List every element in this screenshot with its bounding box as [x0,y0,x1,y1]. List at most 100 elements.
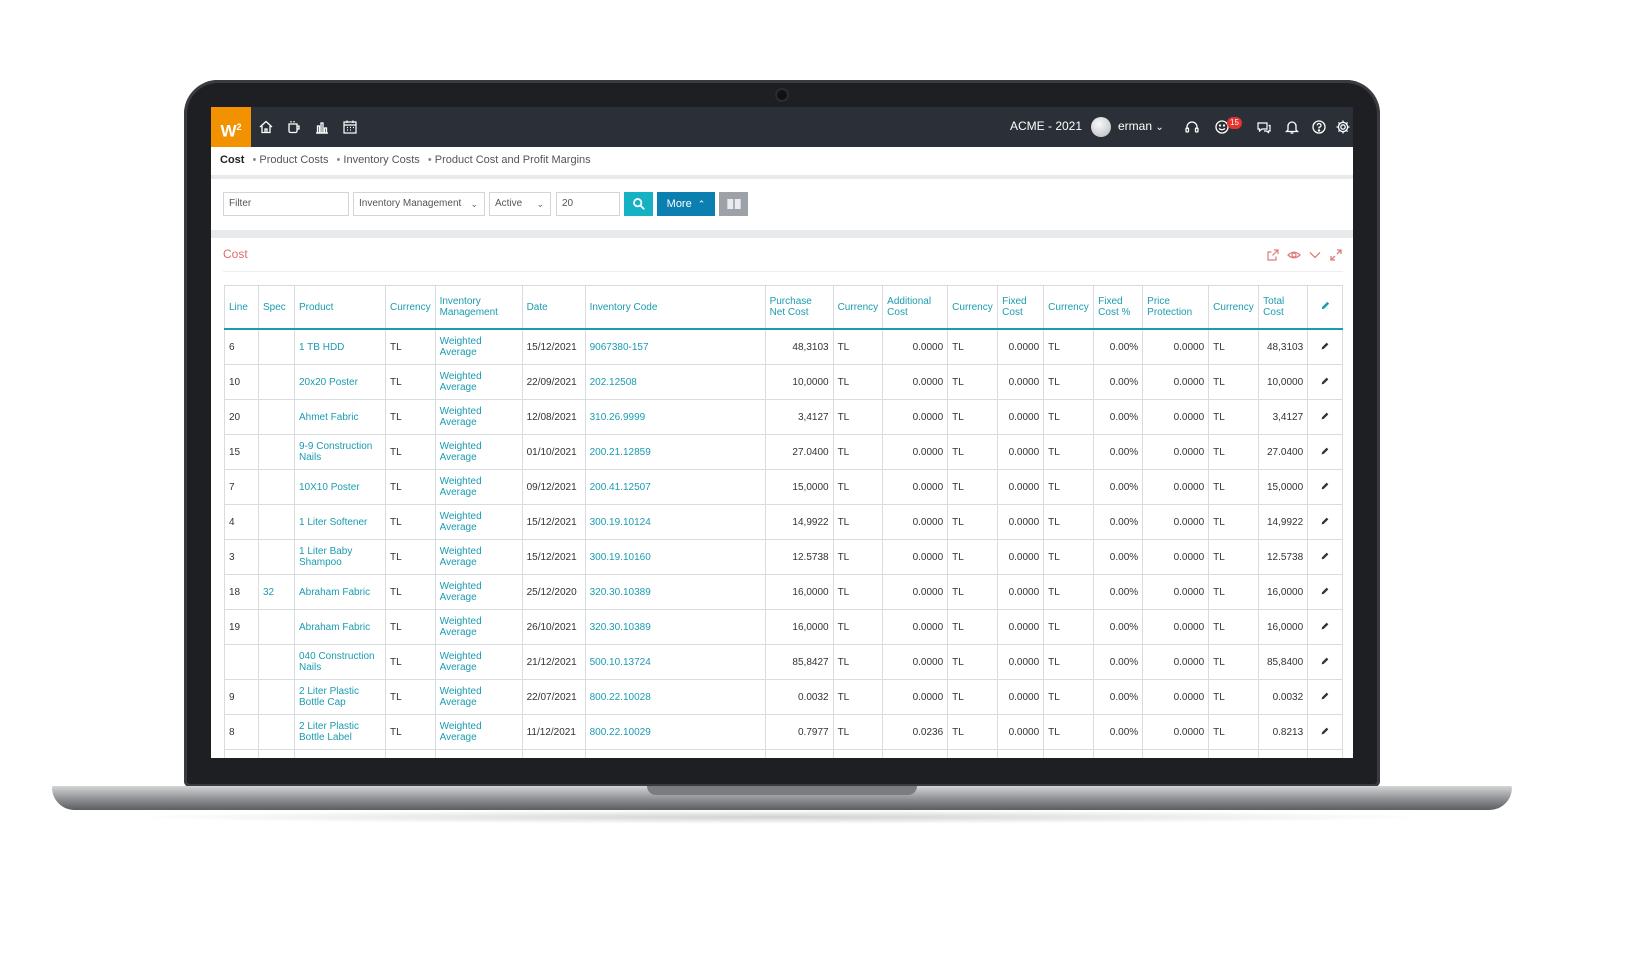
status-select[interactable]: Active ⌄ [489,192,551,216]
breadcrumb-item-inventory-costs[interactable]: Inventory Costs [343,154,419,166]
search-button[interactable] [624,192,653,216]
table-cell[interactable]: 320.30.10389 [584,609,766,645]
table-cell[interactable]: Weighted Average [434,609,523,645]
column-header[interactable]: Currency [947,285,999,330]
help-icon[interactable] [1311,119,1327,135]
edit-row-button[interactable] [1307,644,1344,680]
table-cell[interactable]: Abraham Fabric [294,609,386,645]
table-cell[interactable]: Ahmet Fabric [294,399,386,435]
table-cell[interactable]: 202.12508 [584,364,766,400]
edit-row-button[interactable] [1307,539,1344,575]
headset-icon[interactable] [1184,119,1200,135]
table-cell[interactable]: Weighted [434,749,523,758]
table-cell[interactable]: Weighted Average [434,364,523,400]
column-header[interactable]: Date [521,285,586,330]
calendar-icon[interactable] [342,119,358,135]
table-cell[interactable]: Box of 6 Plastic [294,749,386,758]
table-cell[interactable]: Weighted Average [434,539,523,575]
gear-icon[interactable] [1335,119,1351,135]
table-row[interactable]: 18 32 Abraham Fabric TL Weighted Average 25/1… [224,574,1344,610]
user-menu[interactable]: erman ⌄ [1118,119,1164,133]
column-header[interactable]: Purchase Net Cost [764,285,834,330]
table-cell[interactable]: 300.19.10124 [584,504,766,540]
column-header[interactable]: Currency [832,285,884,330]
table-cell[interactable]: 310.26.9999 [584,399,766,435]
column-header[interactable]: Total Cost [1258,285,1309,330]
edit-row-button[interactable] [1307,504,1344,540]
table-cell[interactable]: 200.21.12859 [584,434,766,470]
table-row[interactable]: 82 Liter Plastic Bottle Label TL Weighted … [224,714,1344,750]
edit-row-button[interactable] [1307,364,1344,400]
column-header[interactable]: Price Protection [1142,285,1210,330]
table-cell[interactable]: 300.19.10160 [584,539,766,575]
edit-row-button[interactable] [1307,679,1344,715]
breadcrumb-item-product-costs[interactable]: Product Costs [259,154,328,166]
edit-row-button[interactable] [1307,714,1344,750]
table-row[interactable]: 040 Construction Nails TL Weighted Average… [224,644,1344,680]
column-header[interactable]: Line [224,285,259,330]
table-cell[interactable]: Weighted Average [434,328,523,365]
grid-toggle-button[interactable] [719,192,748,216]
company-selector[interactable]: ACME - 2021 [1010,119,1082,133]
bar-chart-icon[interactable] [314,119,330,135]
table-cell[interactable]: Weighted Average [434,469,523,505]
table-row[interactable]: 61 TB HDD TL Weighted Average 15/12/2021 906… [224,328,1344,365]
coffee-icon[interactable] [286,119,302,135]
edit-row-button[interactable] [1307,399,1344,435]
table-cell[interactable]: 9067380-157 [584,328,766,365]
edit-row-button[interactable] [1307,749,1344,758]
column-header[interactable]: Currency [1208,285,1260,330]
chevron-down-icon[interactable] [1308,248,1322,262]
export-icon[interactable] [1266,248,1280,262]
expand-icon[interactable] [1329,248,1343,262]
table-cell[interactable]: 1 Liter Softener [294,504,386,540]
table-cell[interactable]: Abraham Fabric [294,574,386,610]
column-header[interactable]: Fixed Cost % [1093,285,1144,330]
column-header[interactable]: Product [294,285,386,330]
table-cell[interactable]: 1 TB HDD [294,328,386,365]
table-row[interactable]: 31 Liter Baby Shampoo TL Weighted Average 1… [224,539,1344,575]
table-cell[interactable]: 9-9 Construction Nails [294,434,386,470]
chat-icon[interactable] [1256,119,1272,135]
edit-row-button[interactable] [1307,469,1344,505]
table-row[interactable]: Box of 6 Plastic Weighted [224,749,1344,758]
avatar[interactable] [1091,117,1111,137]
table-row[interactable]: 15 9-9 Construction Nails TL Weighted Avera… [224,434,1344,470]
table-row[interactable]: 19 Abraham Fabric TL Weighted Average 26/10/… [224,609,1344,645]
edit-column-header[interactable] [1307,285,1344,330]
table-cell[interactable]: Weighted Average [434,644,523,680]
table-cell[interactable]: 500.10.13724 [584,644,766,680]
breadcrumb-item-product-cost-and-profit-margins[interactable]: Product Cost and Profit Margins [435,154,591,166]
inventory-method-select[interactable]: Inventory Management ⌄ [353,192,485,216]
table-cell[interactable]: 800.22.10028 [584,679,766,715]
table-cell[interactable]: Weighted Average [434,504,523,540]
table-cell[interactable] [584,749,766,758]
column-header[interactable]: Inventory Code [584,285,766,330]
breadcrumb-item-cost[interactable]: Cost [220,154,244,166]
table-row[interactable]: 41 Liter Softener TL Weighted Average 15/12… [224,504,1344,540]
table-cell[interactable]: 2 Liter Plastic Bottle Cap [294,679,386,715]
filter-input[interactable]: Filter [223,192,349,216]
app-logo[interactable]: W2 [211,107,251,147]
table-cell[interactable]: 200.41.12507 [584,469,766,505]
table-cell[interactable]: Weighted Average [434,574,523,610]
edit-row-button[interactable] [1307,609,1344,645]
table-row[interactable]: 20 Ahmet Fabric TL Weighted Average 12/08/20… [224,399,1344,435]
bell-icon[interactable] [1284,119,1300,135]
table-cell[interactable]: Weighted Average [434,679,523,715]
table-cell[interactable]: Weighted Average [434,714,523,750]
eye-icon[interactable] [1287,248,1301,262]
table-cell[interactable]: 320.30.10389 [584,574,766,610]
more-button[interactable]: More ⌃ [657,192,715,216]
table-cell[interactable]: 800.22.10029 [584,714,766,750]
table-cell[interactable]: 20x20 Poster [294,364,386,400]
table-cell[interactable]: Weighted Average [434,399,523,435]
page-size-input[interactable]: 20 [556,192,620,216]
edit-row-button[interactable] [1307,328,1344,365]
table-cell[interactable]: Weighted Average [434,434,523,470]
column-header[interactable]: Additional Cost [882,285,949,330]
column-header[interactable]: Spec [258,285,295,330]
edit-row-button[interactable] [1307,434,1344,470]
home-icon[interactable] [258,119,274,135]
column-header[interactable]: Fixed Cost [997,285,1045,330]
